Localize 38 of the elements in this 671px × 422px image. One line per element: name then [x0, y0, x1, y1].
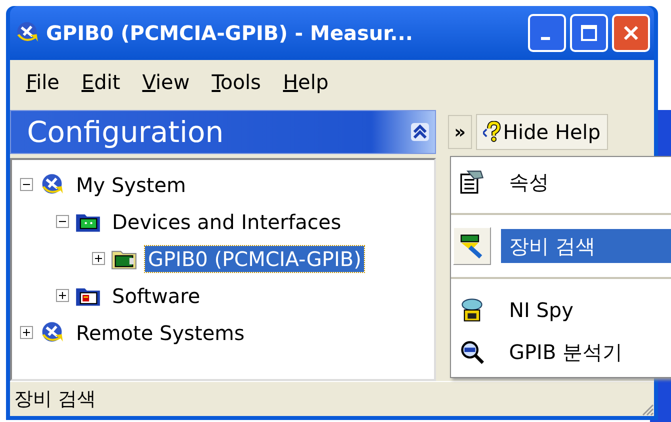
- hide-help-button[interactable]: Hide Help: [476, 114, 608, 150]
- menu-item[interactable]: Tools: [206, 70, 267, 94]
- close-icon: [621, 23, 641, 43]
- menu-item[interactable]: View: [136, 70, 196, 94]
- expand-toggle[interactable]: [92, 252, 105, 265]
- tree-item[interactable]: My System: [73, 172, 190, 198]
- more-button[interactable]: »: [448, 115, 472, 149]
- maximize-button[interactable]: [570, 14, 608, 52]
- panel-title: Configuration: [27, 115, 224, 149]
- tree-item[interactable]: Software: [109, 282, 204, 308]
- tree-item[interactable]: Devices and Interfaces: [109, 208, 344, 234]
- plus-icon: [94, 254, 103, 263]
- magnifier-icon: [459, 339, 485, 365]
- properties-icon: [459, 169, 485, 195]
- collapse-toggle[interactable]: [20, 178, 33, 191]
- expand-toggle[interactable]: [20, 326, 33, 339]
- plus-icon: [22, 328, 31, 337]
- minimize-button[interactable]: [528, 14, 566, 52]
- minimize-icon: [540, 36, 550, 40]
- resize-grip-icon[interactable]: [640, 402, 654, 416]
- menu-item[interactable]: 속성: [451, 161, 671, 203]
- menu-item[interactable]: File: [20, 70, 66, 94]
- collapse-toggle[interactable]: [56, 215, 69, 228]
- menu-item[interactable]: Edit: [75, 70, 126, 94]
- menu-item[interactable]: GPIB 분석기: [451, 331, 671, 373]
- status-text: 장비 검색: [14, 387, 96, 412]
- spy-icon: [459, 297, 485, 323]
- menu-item[interactable]: Help: [276, 70, 335, 94]
- maximize-icon: [579, 23, 599, 43]
- menu-item[interactable]: NI Spy: [451, 289, 671, 331]
- plus-icon: [58, 291, 67, 300]
- window-title: GPIB0 (PCMCIA-GPIB) - Measur...: [46, 21, 414, 45]
- tree-item[interactable]: GPIB0 (PCMCIA-GPIB): [145, 246, 364, 272]
- close-button[interactable]: [612, 14, 650, 52]
- help-icon: [483, 121, 501, 143]
- tree-item[interactable]: Remote Systems: [73, 320, 248, 346]
- expand-toggle[interactable]: [56, 289, 69, 302]
- collapse-icon[interactable]: [411, 123, 429, 141]
